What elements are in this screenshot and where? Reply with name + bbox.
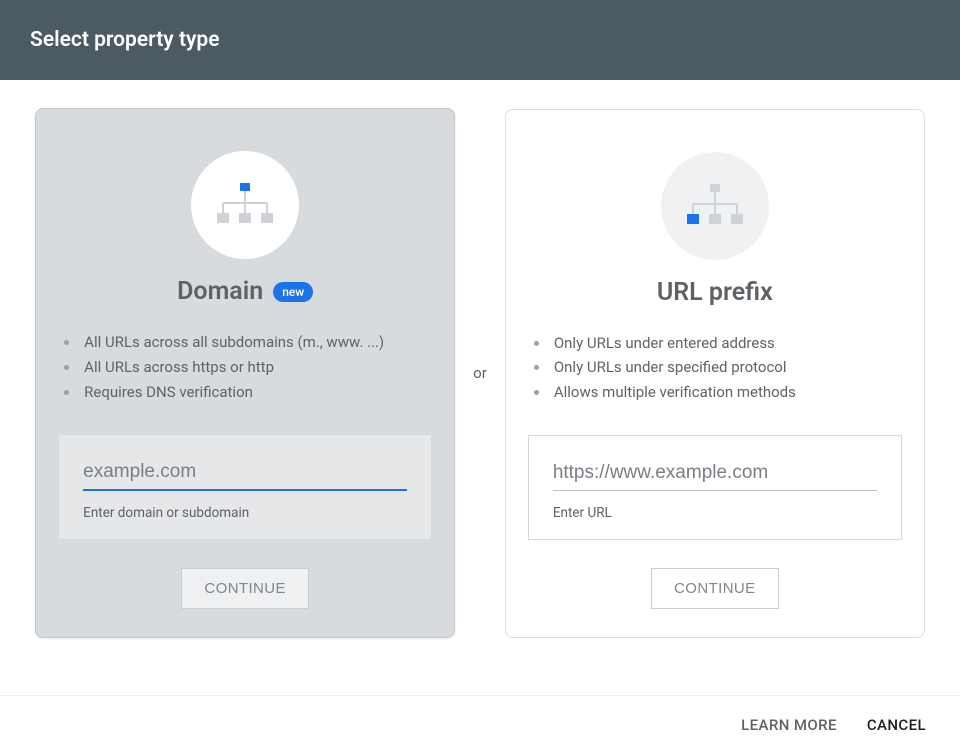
domain-icon-circle	[191, 151, 299, 259]
list-item: Requires DNS verification	[80, 380, 426, 405]
domain-continue-button[interactable]: CONTINUE	[181, 568, 309, 609]
dialog-footer: LEARN MORE CANCEL	[0, 695, 960, 754]
urlprefix-card-title: URL prefix	[657, 278, 773, 307]
list-item: All URLs across all subdomains (m., www.…	[80, 330, 426, 355]
domain-card-title: Domain	[177, 277, 263, 306]
list-item: All URLs across https or http	[80, 355, 426, 380]
urlprefix-card[interactable]: URL prefix Only URLs under entered addre…	[505, 109, 925, 638]
new-badge: new	[273, 282, 313, 302]
or-separator: or	[473, 364, 487, 382]
urlprefix-bullet-list: Only URLs under entered address Only URL…	[528, 331, 902, 405]
learn-more-link[interactable]: LEARN MORE	[741, 716, 837, 734]
urlprefix-input[interactable]	[553, 462, 877, 491]
urlprefix-input-box: Enter URL	[528, 435, 902, 540]
cancel-button[interactable]: CANCEL	[867, 716, 926, 734]
domain-input-caption: Enter domain or subdomain	[83, 505, 407, 521]
list-item: Only URLs under entered address	[550, 331, 896, 356]
list-item: Allows multiple verification methods	[550, 380, 896, 405]
dialog-content: Domain new All URLs across all subdomain…	[0, 80, 960, 658]
dialog-header: Select property type	[0, 0, 960, 80]
domain-input-box: Enter domain or subdomain	[58, 434, 432, 540]
sitemap-domain-icon	[215, 183, 275, 227]
domain-input[interactable]	[83, 461, 407, 491]
sitemap-urlprefix-icon	[685, 184, 745, 228]
urlprefix-icon-circle	[661, 152, 769, 260]
domain-card[interactable]: Domain new All URLs across all subdomain…	[35, 108, 455, 638]
urlprefix-input-caption: Enter URL	[553, 505, 877, 521]
dialog-title: Select property type	[30, 28, 220, 52]
urlprefix-continue-button[interactable]: CONTINUE	[651, 568, 779, 609]
list-item: Only URLs under specified protocol	[550, 355, 896, 380]
domain-bullet-list: All URLs across all subdomains (m., www.…	[58, 330, 432, 404]
